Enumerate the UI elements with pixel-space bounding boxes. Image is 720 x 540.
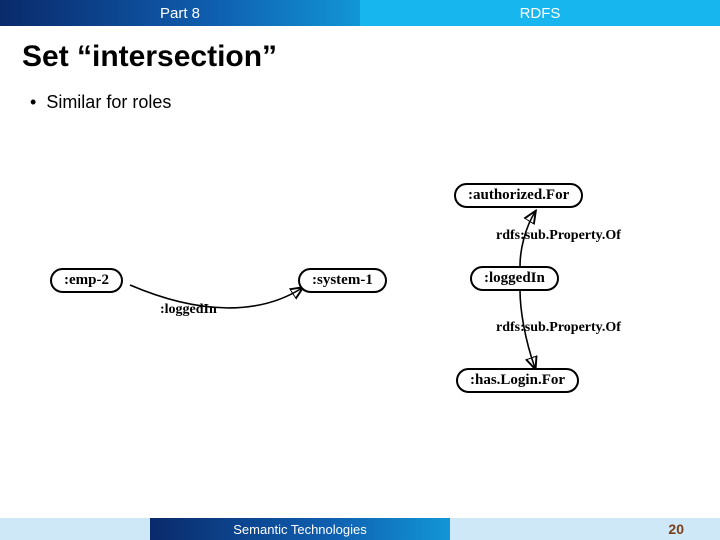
footer-right: 20 [450,518,720,540]
footer-bar: Semantic Technologies 20 [0,518,720,540]
page-number: 20 [668,521,684,537]
content-area: Similar for roles [0,84,720,121]
node-emp-2: :emp-2 [50,268,123,293]
footer-left-spacer [0,518,150,540]
node-authorized-for: :authorized.For [454,183,583,208]
node-system-1: :system-1 [298,268,387,293]
diagram-arrows: :system-1 --> :authorizedFor (upward) --… [50,180,660,440]
header-bar: Part 8 RDFS [0,0,720,26]
header-left: Part 8 [0,0,360,26]
header-part-label: Part 8 [160,5,200,22]
header-topic-label: RDFS [520,5,561,22]
edge-label-subprop-lower: rdfs:sub.Property.Of [496,320,621,336]
diagram: :system-1 --> :authorizedFor (upward) --… [50,180,660,440]
bullet-similar-roles: Similar for roles [30,92,690,113]
node-has-login-for: :has.Login.For [456,368,579,393]
node-logged-in: :loggedIn [470,266,559,291]
footer-center-label: Semantic Technologies [233,522,366,537]
header-right: RDFS [360,0,720,26]
footer-center: Semantic Technologies [150,518,450,540]
edge-label-logged-in: :loggedIn [160,302,217,318]
edge-label-subprop-upper: rdfs:sub.Property.Of [496,228,621,244]
slide-title: Set “intersection” [0,26,720,84]
